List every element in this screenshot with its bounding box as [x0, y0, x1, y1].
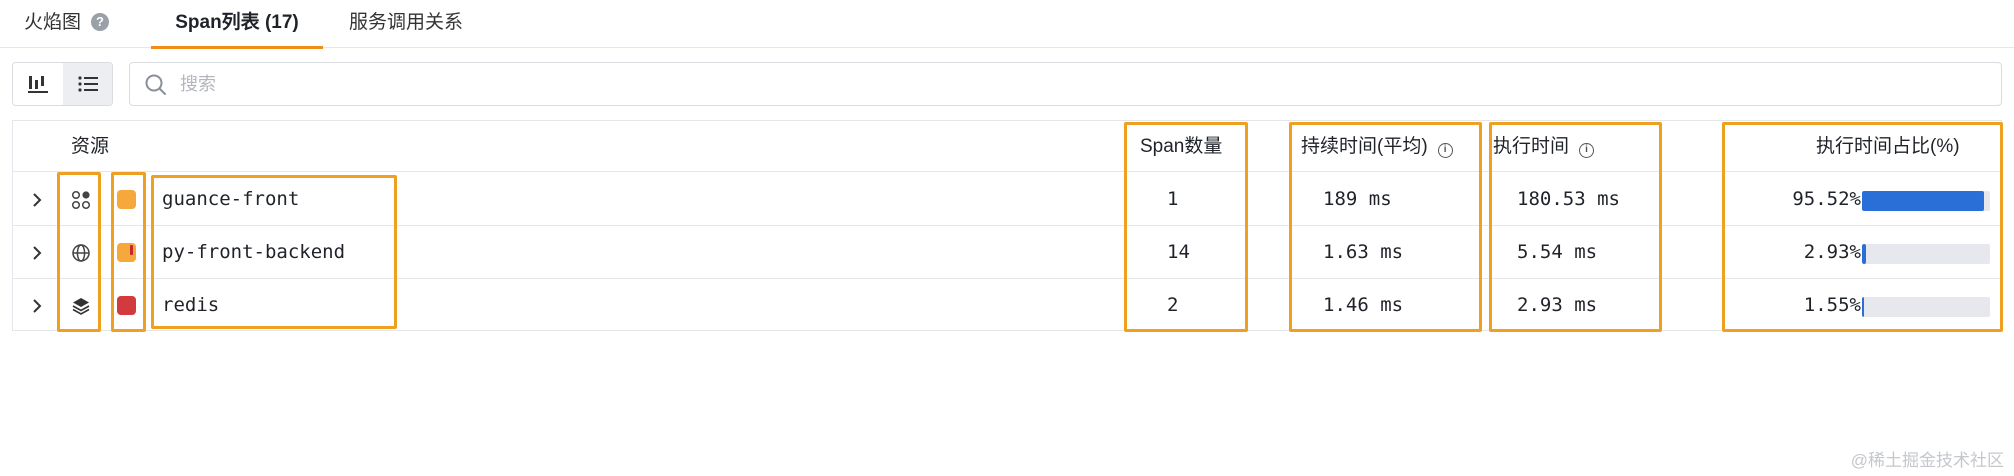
exec-ratio-bar-fill — [1862, 191, 1985, 211]
exec-ratio-bar — [1862, 191, 1990, 211]
expand-row-button[interactable] — [27, 226, 47, 279]
layers-icon — [69, 279, 93, 332]
chevron-right-icon — [33, 298, 42, 313]
exec-ratio-bar-fill — [1862, 244, 1866, 264]
tab-service-call-relations-label: 服务调用关系 — [349, 12, 464, 33]
span-count: 2 — [1167, 294, 1179, 316]
span-count: 14 — [1167, 241, 1190, 263]
exec-ratio-bar — [1862, 244, 1990, 264]
globe-icon — [69, 226, 93, 279]
watermark: @稀土掘金技术社区 — [1850, 451, 2004, 470]
column-header-avg-duration-label: 持续时间(平均) — [1301, 136, 1428, 157]
list-view-button[interactable] — [63, 63, 112, 105]
tab-span-list[interactable]: Span列表 (17) — [151, 0, 323, 49]
table-row[interactable]: redis 2 1.46 ms 2.93 ms 1.55% — [13, 279, 2001, 332]
view-toggle — [12, 62, 113, 106]
column-header-exec-ratio[interactable]: 执行时间占比(%) — [1816, 121, 1960, 172]
warning-mark-icon — [130, 245, 133, 255]
search-box — [129, 62, 2002, 106]
status-indicator — [117, 243, 136, 262]
search-icon — [145, 74, 166, 95]
table-header: 资源 Span数量 持续时间(平均) i 执行时间 i 执行时间占比(%) — [13, 121, 2001, 172]
exec-ratio: 2.93% — [1803, 241, 1861, 263]
resource-name[interactable]: redis — [162, 279, 219, 332]
tab-flame-graph-label: 火焰图 — [24, 12, 82, 33]
tab-bar: 火焰图? Span列表 (17) 服务调用关系 — [0, 0, 2014, 49]
resource-name[interactable]: py-front-backend — [162, 226, 345, 279]
list-icon — [78, 76, 98, 92]
column-header-exec-time-label: 执行时间 — [1493, 136, 1570, 157]
resource-name[interactable]: guance-front — [162, 173, 299, 226]
tab-flame-graph[interactable]: 火焰图? — [24, 0, 110, 48]
app-icon — [69, 173, 93, 226]
info-icon[interactable]: i — [1579, 143, 1595, 158]
span-table: 资源 Span数量 持续时间(平均) i 执行时间 i 执行时间占比(%) guan… — [12, 120, 2002, 331]
status-indicator — [117, 190, 136, 209]
exec-time: 2.93 ms — [1517, 294, 1598, 316]
column-header-span-count[interactable]: Span数量 — [1140, 121, 1222, 172]
exec-ratio: 1.55% — [1803, 294, 1861, 316]
exec-time: 5.54 ms — [1517, 241, 1598, 263]
expand-row-button[interactable] — [27, 279, 47, 332]
avg-duration: 189 ms — [1323, 188, 1392, 210]
bar-chart-icon — [28, 76, 48, 93]
expand-row-button[interactable] — [27, 173, 47, 226]
exec-ratio: 95.52% — [1792, 188, 1861, 210]
flame-view-button[interactable] — [13, 63, 63, 105]
avg-duration: 1.46 ms — [1323, 294, 1404, 316]
column-header-exec-time[interactable]: 执行时间 i — [1493, 121, 1595, 172]
table-row[interactable]: guance-front 1 189 ms 180.53 ms 95.52% — [13, 173, 2001, 226]
exec-ratio-bar — [1862, 297, 1990, 317]
column-header-resource[interactable]: 资源 — [71, 121, 109, 172]
tab-service-call-relations[interactable]: 服务调用关系 — [349, 0, 463, 48]
chevron-right-icon — [33, 245, 42, 260]
avg-duration: 1.63 ms — [1323, 241, 1404, 263]
help-icon[interactable]: ? — [91, 13, 110, 31]
span-count: 1 — [1167, 188, 1179, 210]
chevron-right-icon — [33, 192, 42, 207]
exec-time: 180.53 ms — [1517, 188, 1620, 210]
tab-span-list-label: Span列表 (17) — [175, 12, 299, 33]
column-header-avg-duration[interactable]: 持续时间(平均) i — [1301, 121, 1453, 172]
search-input[interactable] — [180, 63, 1980, 105]
table-row[interactable]: py-front-backend 14 1.63 ms 5.54 ms 2.93… — [13, 226, 2001, 279]
info-icon[interactable]: i — [1437, 143, 1453, 158]
exec-ratio-bar-fill — [1862, 297, 1864, 317]
status-indicator — [117, 296, 136, 315]
